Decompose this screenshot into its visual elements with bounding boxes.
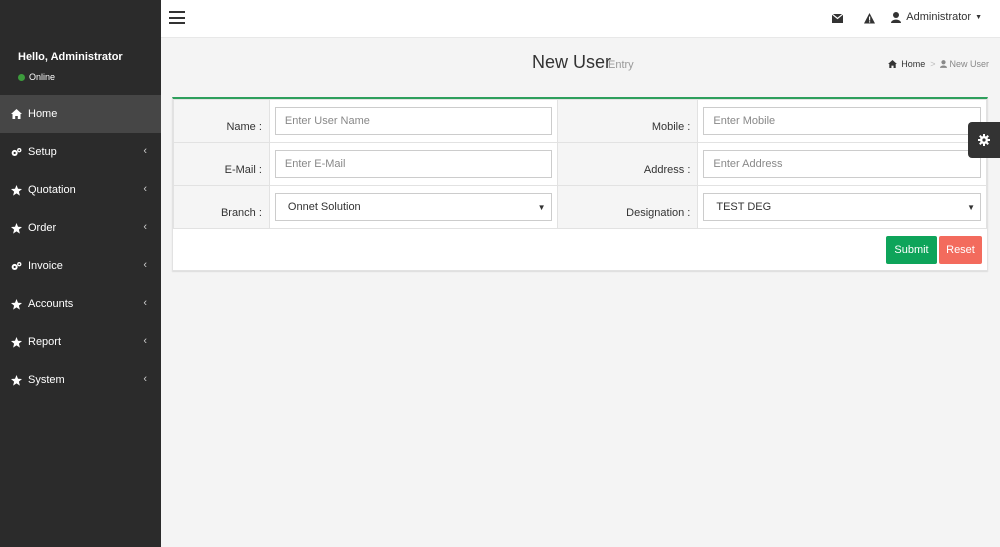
sidebar-menu: Home Setup ‹ Quotation ‹ Order ‹ Invoice…: [0, 95, 161, 399]
sidebar-item-label: System: [28, 374, 65, 386]
star-icon: [11, 374, 22, 386]
branch-select-value: Onnet Solution: [287, 201, 361, 213]
sidebar-item-label: Quotation: [28, 184, 76, 196]
settings-toggle-button[interactable]: [968, 122, 1000, 158]
chevron-left-icon: ‹: [143, 373, 147, 385]
sidebar-item-label: Invoice: [28, 260, 63, 272]
email-label: E-Mail :: [173, 142, 270, 186]
address-label: Address :: [556, 142, 699, 186]
breadcrumb-separator: >: [930, 59, 936, 69]
sidebar-item-system[interactable]: System ‹: [0, 361, 161, 399]
sidebar: Hello, Administrator Online Home Setup ‹…: [0, 0, 161, 547]
chevron-left-icon: ‹: [143, 221, 147, 233]
branch-cell: Onnet Solution ▼: [268, 185, 558, 229]
form-row: E-Mail : Address :: [173, 142, 987, 186]
reset-button[interactable]: Reset: [939, 236, 982, 264]
user-icon: [891, 11, 902, 23]
envelope-icon[interactable]: [830, 11, 844, 25]
name-cell: [268, 99, 558, 143]
user-status: Online: [18, 72, 55, 82]
chevron-left-icon: ‹: [143, 335, 147, 347]
designation-label: Designation :: [556, 185, 699, 229]
caret-down-icon: ▼: [975, 13, 982, 21]
dropdown-arrow-icon: ▼: [967, 203, 975, 212]
breadcrumb-current: New User: [949, 59, 989, 69]
address-cell: [697, 142, 987, 186]
breadcrumb: Home > New User: [888, 59, 989, 69]
sidebar-item-quotation[interactable]: Quotation ‹: [0, 171, 161, 209]
star-icon: [11, 298, 22, 310]
sidebar-item-label: Setup: [28, 146, 57, 158]
star-icon: [11, 184, 22, 196]
warning-icon[interactable]: [862, 11, 876, 25]
user-status-label: Online: [29, 72, 56, 82]
submit-button[interactable]: Submit: [886, 236, 937, 264]
chevron-left-icon: ‹: [143, 145, 147, 157]
page-title: New User: [532, 52, 612, 72]
name-label: Name :: [173, 99, 270, 143]
user-form-box: Name : Mobile : E-Mail : Address : Branc…: [172, 97, 988, 271]
branch-label: Branch :: [173, 185, 270, 229]
star-icon: [11, 336, 22, 348]
gears-icon: [11, 261, 22, 272]
sidebar-item-setup[interactable]: Setup ‹: [0, 133, 161, 171]
designation-select-value: TEST DEG: [716, 201, 772, 213]
sidebar-item-report[interactable]: Report ‹: [0, 323, 161, 361]
email-input[interactable]: [274, 150, 552, 178]
mobile-label: Mobile :: [556, 99, 699, 143]
gear-icon: [978, 134, 990, 146]
page-subtitle: Entry: [608, 59, 634, 71]
sidebar-item-accounts[interactable]: Accounts ‹: [0, 285, 161, 323]
mobile-cell: [697, 99, 987, 143]
user-menu[interactable]: Administrator ▼: [891, 11, 982, 23]
name-input[interactable]: [274, 107, 552, 135]
address-input[interactable]: [703, 150, 981, 178]
chevron-left-icon: ‹: [143, 259, 147, 271]
sidebar-item-label: Report: [28, 336, 62, 348]
sidebar-item-label: Order: [28, 222, 57, 234]
sidebar-item-label: Home: [28, 108, 58, 120]
sidebar-item-order[interactable]: Order ‹: [0, 209, 161, 247]
chevron-left-icon: ‹: [143, 183, 147, 195]
user-icon: [940, 60, 948, 68]
gears-icon: [11, 147, 22, 158]
home-icon: [11, 109, 22, 120]
user-greeting: Hello, Administrator: [18, 51, 123, 63]
designation-select[interactable]: TEST DEG ▼: [703, 193, 981, 221]
top-header: Administrator ▼: [161, 0, 1000, 38]
online-status-icon: [18, 73, 25, 81]
form-row: Branch : Onnet Solution ▼ Designation : …: [173, 185, 987, 229]
branch-select[interactable]: Onnet Solution ▼: [274, 193, 552, 221]
form-actions: Submit Reset: [886, 236, 982, 264]
sidebar-item-label: Accounts: [28, 298, 74, 310]
sidebar-item-home[interactable]: Home: [0, 95, 161, 133]
user-panel: Hello, Administrator Online: [0, 0, 161, 95]
mobile-input[interactable]: [703, 107, 981, 135]
home-icon: [888, 60, 898, 68]
user-menu-label: Administrator: [906, 11, 972, 23]
form-row: Name : Mobile :: [173, 99, 987, 143]
email-cell: [268, 142, 558, 186]
designation-cell: TEST DEG ▼: [697, 185, 987, 229]
breadcrumb-home-link[interactable]: Home: [901, 59, 925, 69]
chevron-left-icon: ‹: [143, 297, 147, 309]
menu-icon[interactable]: [169, 11, 185, 24]
star-icon: [11, 222, 22, 234]
user-form-table: Name : Mobile : E-Mail : Address : Branc…: [173, 99, 987, 229]
sidebar-item-invoice[interactable]: Invoice ‹: [0, 247, 161, 285]
dropdown-arrow-icon: ▼: [537, 203, 546, 212]
